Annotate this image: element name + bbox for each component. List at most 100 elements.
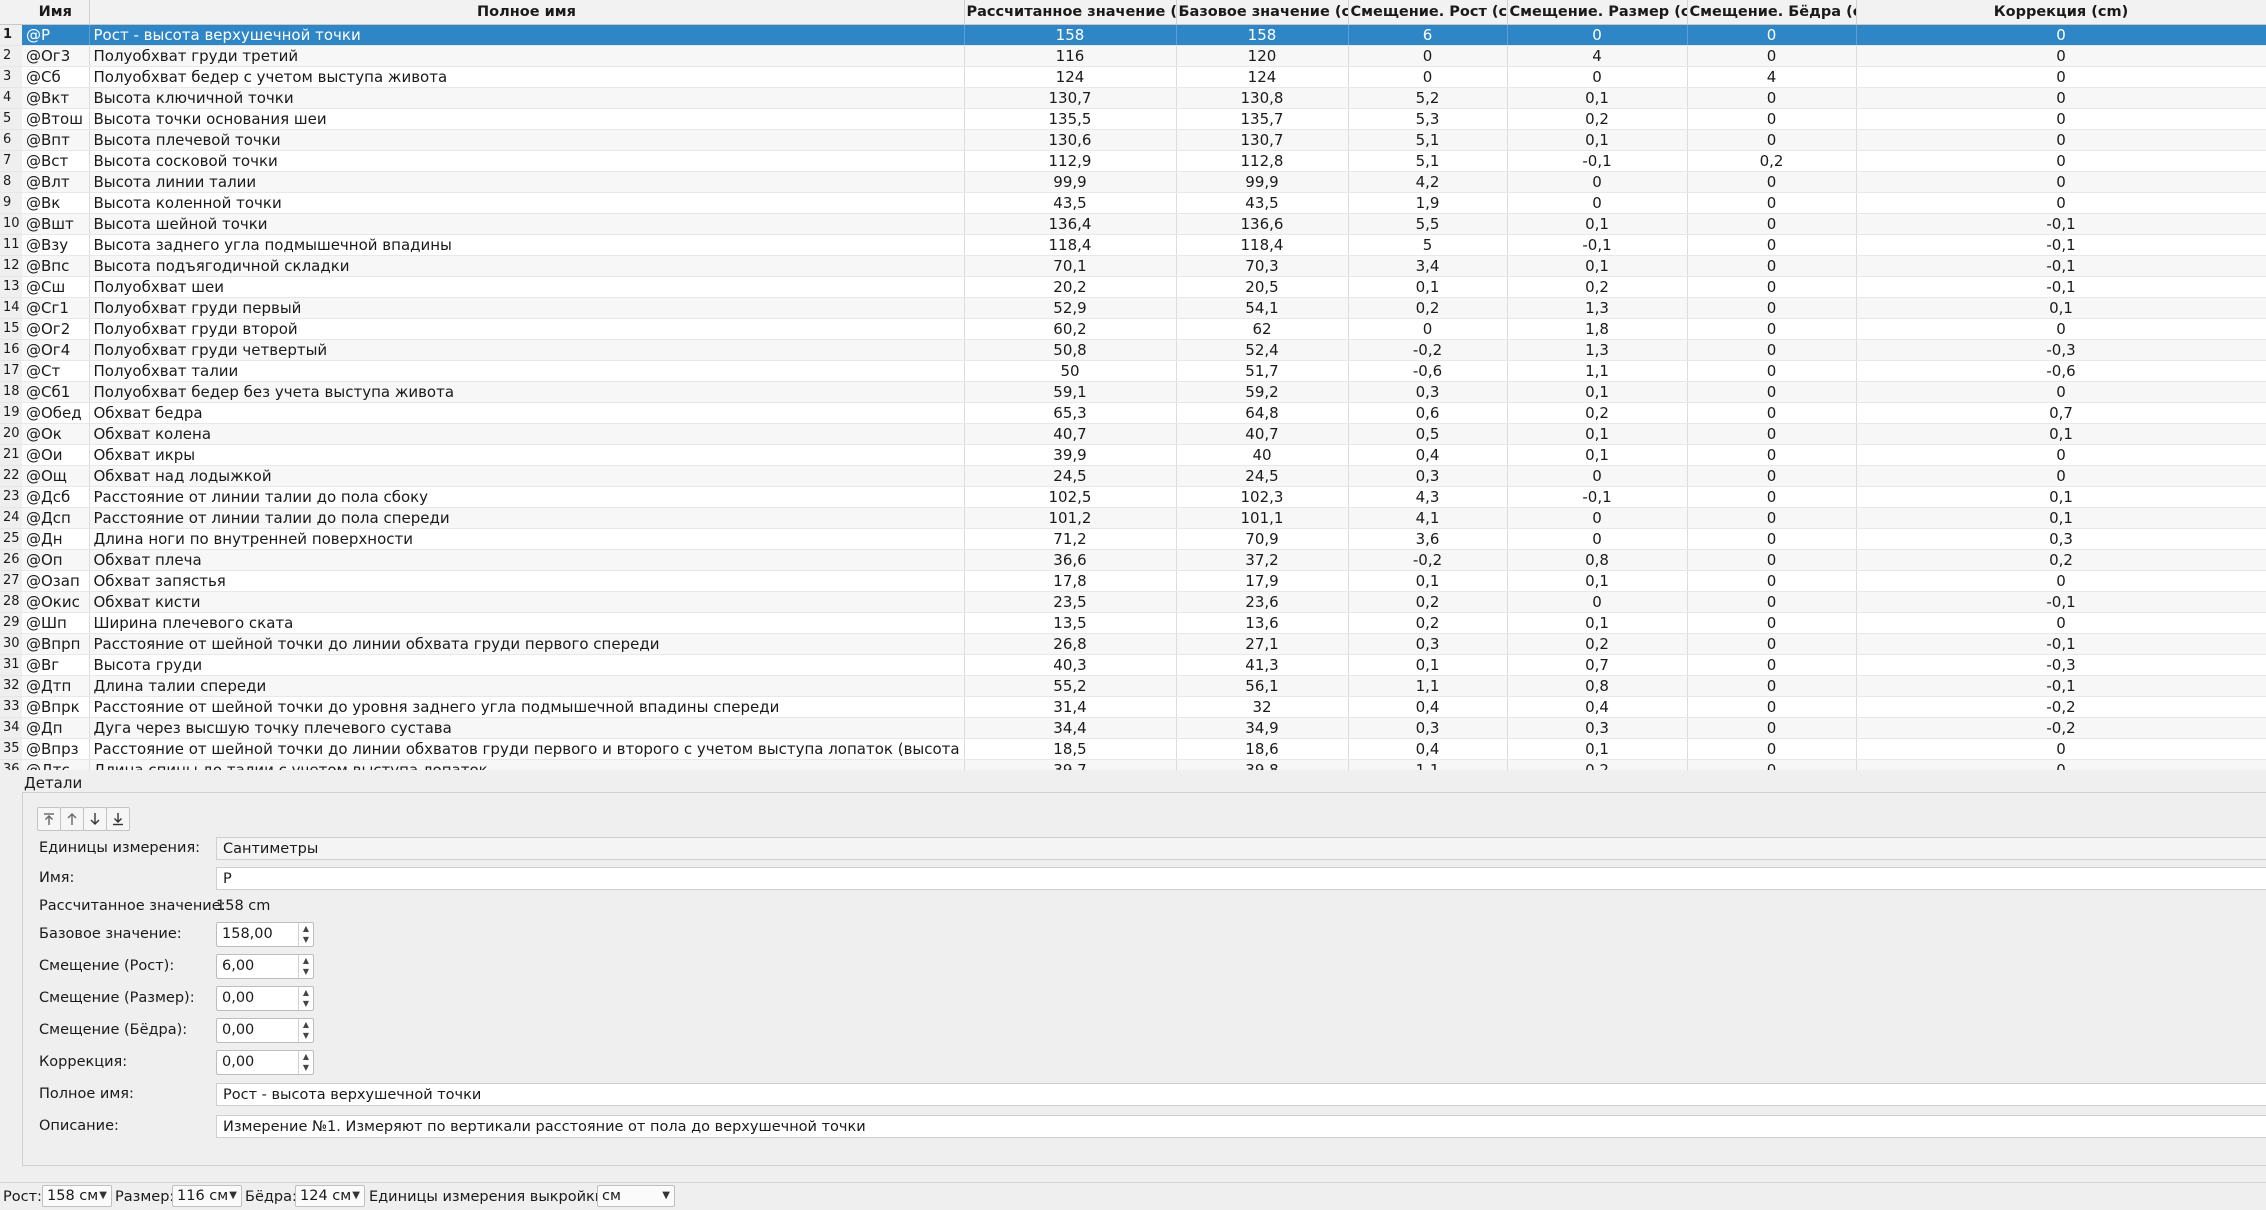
- cell-calculated[interactable]: 40,7: [964, 423, 1177, 445]
- cell-shift-hips[interactable]: 0: [1687, 108, 1857, 130]
- cell-correction[interactable]: -0,1: [1856, 633, 2266, 655]
- cell-shift-height[interactable]: 0: [1348, 45, 1508, 67]
- cell-shift-hips[interactable]: 0: [1687, 234, 1857, 256]
- cell-base[interactable]: 99,9: [1176, 171, 1349, 193]
- cell-short-name[interactable]: @Ог3: [22, 45, 90, 67]
- column-header-calculated[interactable]: Рассчитанное значение (cm): [964, 0, 1177, 25]
- cell-calculated[interactable]: 59,1: [964, 381, 1177, 403]
- table-row[interactable]: @Влт Высота линии талии 99,9 99,9 4,2 0 0 0: [22, 171, 2266, 193]
- row-header[interactable]: 35: [0, 739, 22, 760]
- cell-shift-height[interactable]: 0,3: [1348, 633, 1508, 655]
- table-row[interactable]: @Вг Высота груди 40,3 41,3 0,1 0,7 0 -0,3: [22, 654, 2266, 676]
- row-header[interactable]: 20: [0, 424, 22, 445]
- cell-shift-size[interactable]: 0,1: [1507, 612, 1688, 634]
- row-header[interactable]: 19: [0, 403, 22, 424]
- row-header[interactable]: 23: [0, 487, 22, 508]
- cell-calculated[interactable]: 24,5: [964, 465, 1177, 487]
- cell-base[interactable]: 37,2: [1176, 549, 1349, 571]
- row-header[interactable]: 29: [0, 613, 22, 634]
- shift-height-spinbox[interactable]: 6,00 ▲ ▼: [216, 954, 314, 979]
- cell-short-name[interactable]: @Взу: [22, 234, 90, 256]
- row-header[interactable]: 9: [0, 193, 22, 214]
- table-row[interactable]: @Дн Длина ноги по внутренней поверхности 7…: [22, 528, 2266, 550]
- row-header[interactable]: 22: [0, 466, 22, 487]
- cell-shift-hips[interactable]: 0: [1687, 45, 1857, 67]
- cell-full-name[interactable]: Обхват плеча: [89, 549, 965, 571]
- cell-shift-size[interactable]: 0: [1507, 465, 1688, 487]
- cell-calculated[interactable]: 13,5: [964, 612, 1177, 634]
- cell-shift-size[interactable]: 1,8: [1507, 318, 1688, 340]
- cell-shift-hips[interactable]: 0: [1687, 129, 1857, 151]
- cell-full-name[interactable]: Расстояние от линии талии до пола сбоку: [89, 486, 965, 508]
- cell-short-name[interactable]: @Впс: [22, 255, 90, 277]
- cell-correction[interactable]: 0,3: [1856, 528, 2266, 550]
- cell-shift-height[interactable]: 0,3: [1348, 381, 1508, 403]
- cell-full-name[interactable]: Обхват икры: [89, 444, 965, 466]
- measurements-table[interactable]: Имя Полное имя Рассчитанное значение (cm…: [22, 0, 2266, 770]
- cell-shift-height[interactable]: 4,2: [1348, 171, 1508, 193]
- cell-shift-height[interactable]: 0,3: [1348, 717, 1508, 739]
- cell-base[interactable]: 136,6: [1176, 213, 1349, 235]
- table-row[interactable]: @Взу Высота заднего угла подмышечной впад…: [22, 234, 2266, 256]
- cell-correction[interactable]: 0: [1856, 465, 2266, 487]
- cell-shift-size[interactable]: -0,1: [1507, 234, 1688, 256]
- description-input[interactable]: Измерение №1. Измеряют по вертикали расс…: [216, 1115, 2266, 1138]
- cell-short-name[interactable]: @Дн: [22, 528, 90, 550]
- cell-calculated[interactable]: 60,2: [964, 318, 1177, 340]
- cell-full-name[interactable]: Обхват колена: [89, 423, 965, 445]
- cell-full-name[interactable]: Полуобхват бедер без учета выступа живот…: [89, 381, 965, 403]
- cell-shift-hips[interactable]: 0: [1687, 192, 1857, 214]
- cell-full-name[interactable]: Полуобхват бедер с учетом выступа живота: [89, 66, 965, 88]
- cell-shift-size[interactable]: 0: [1507, 507, 1688, 529]
- cell-shift-size[interactable]: 0,1: [1507, 423, 1688, 445]
- cell-calculated[interactable]: 112,9: [964, 150, 1177, 172]
- move-down-button[interactable]: [83, 807, 107, 831]
- table-row[interactable]: @Ок Обхват колена 40,7 40,7 0,5 0,1 0 0,1: [22, 423, 2266, 445]
- cell-shift-size[interactable]: 0,1: [1507, 381, 1688, 403]
- cell-short-name[interactable]: @Сб1: [22, 381, 90, 403]
- correction-spinbox[interactable]: 0,00 ▲ ▼: [216, 1050, 314, 1075]
- row-header[interactable]: 16: [0, 340, 22, 361]
- cell-calculated[interactable]: 124: [964, 66, 1177, 88]
- cell-correction[interactable]: 0: [1856, 150, 2266, 172]
- column-header-correction[interactable]: Коррекция (cm): [1856, 0, 2266, 25]
- cell-shift-hips[interactable]: 0: [1687, 633, 1857, 655]
- table-row[interactable]: @Сб1 Полуобхват бедер без учета выступа ж…: [22, 381, 2266, 403]
- cell-correction[interactable]: 0,1: [1856, 297, 2266, 319]
- table-row[interactable]: @Впрз Расстояние от шейной точки до линии…: [22, 738, 2266, 760]
- cell-shift-height[interactable]: 0,1: [1348, 570, 1508, 592]
- cell-correction[interactable]: -0,1: [1856, 255, 2266, 277]
- cell-calculated[interactable]: 36,6: [964, 549, 1177, 571]
- cell-full-name[interactable]: Полуобхват талии: [89, 360, 965, 382]
- cell-shift-size[interactable]: 0,1: [1507, 570, 1688, 592]
- cell-short-name[interactable]: @Вшт: [22, 213, 90, 235]
- table-row[interactable]: @Впс Высота подъягодичной складки 70,1 70,3…: [22, 255, 2266, 277]
- cell-shift-height[interactable]: 0: [1348, 318, 1508, 340]
- table-row[interactable]: @Дп Дуга через высшую точку плечевого сус…: [22, 717, 2266, 739]
- cell-shift-hips[interactable]: 0: [1687, 381, 1857, 403]
- row-header[interactable]: 11: [0, 235, 22, 256]
- move-bottom-button[interactable]: [106, 807, 130, 831]
- cell-calculated[interactable]: 118,4: [964, 234, 1177, 256]
- cell-base[interactable]: 34,9: [1176, 717, 1349, 739]
- cell-shift-hips[interactable]: 0: [1687, 423, 1857, 445]
- cell-shift-height[interactable]: -0,6: [1348, 360, 1508, 382]
- row-header[interactable]: 12: [0, 256, 22, 277]
- cell-calculated[interactable]: 158: [964, 24, 1177, 46]
- cell-shift-size[interactable]: 0: [1507, 24, 1688, 46]
- cell-calculated[interactable]: 40,3: [964, 654, 1177, 676]
- cell-shift-size[interactable]: 0,1: [1507, 444, 1688, 466]
- cell-shift-size[interactable]: 0,4: [1507, 696, 1688, 718]
- table-row[interactable]: @Вк Высота коленной точки 43,5 43,5 1,9 0 0 0: [22, 192, 2266, 214]
- cell-shift-height[interactable]: 0,3: [1348, 465, 1508, 487]
- cell-full-name[interactable]: Полуобхват груди первый: [89, 297, 965, 319]
- table-row[interactable]: @Дсб Расстояние от линии талии до пола сб…: [22, 486, 2266, 508]
- cell-calculated[interactable]: 17,8: [964, 570, 1177, 592]
- cell-correction[interactable]: -0,1: [1856, 591, 2266, 613]
- cell-calculated[interactable]: 39,7: [964, 759, 1177, 770]
- cell-full-name[interactable]: Высота сосковой точки: [89, 150, 965, 172]
- cell-base[interactable]: 20,5: [1176, 276, 1349, 298]
- row-header[interactable]: 28: [0, 592, 22, 613]
- cell-short-name[interactable]: @Впрп: [22, 633, 90, 655]
- cell-shift-size[interactable]: 0,3: [1507, 717, 1688, 739]
